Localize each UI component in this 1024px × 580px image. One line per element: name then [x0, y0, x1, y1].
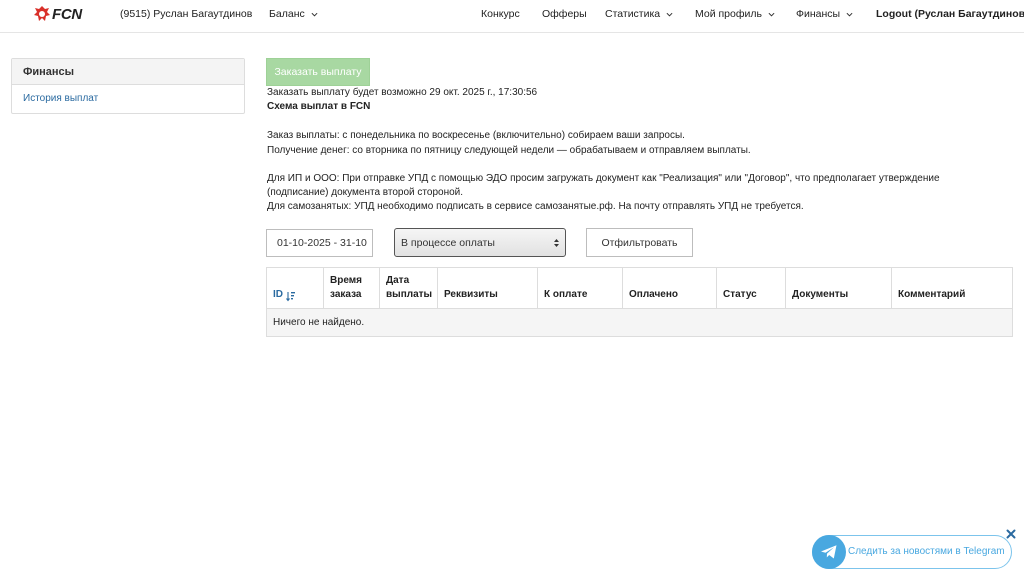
sidebar: Финансы История выплат [11, 58, 245, 114]
telegram-icon [821, 545, 837, 559]
nav-user[interactable]: (9515) Руслан Багаутдинов [120, 8, 252, 20]
nav-statistics-label: Статистика [605, 8, 661, 20]
column-header-to-pay: К оплате [538, 268, 623, 308]
column-header-documents: Документы [786, 268, 892, 308]
empty-row: Ничего не найдено. [267, 309, 1012, 336]
fcn-logo-icon [34, 6, 50, 21]
column-header-payout-date: Дата выплаты [380, 268, 438, 308]
column-header-label: Оплачено [629, 289, 678, 300]
order-payout-button[interactable]: Заказать выплату [266, 58, 370, 86]
nav-balance[interactable]: Баланс [269, 8, 318, 20]
nav-offers-label: Офферы [542, 8, 587, 20]
nav-balance-label: Баланс [269, 8, 305, 20]
telegram-badge [812, 535, 846, 569]
top-navbar: FCN (9515) Руслан Багаутдинов Баланс Кон… [0, 0, 1024, 33]
column-header-label: Комментарий [898, 289, 966, 300]
logo-text: FCN [52, 5, 82, 23]
nav-finance[interactable]: Финансы [796, 8, 853, 20]
order-available-text: Заказать выплату будет возможно 29 окт. … [267, 87, 538, 98]
close-icon[interactable] [1005, 528, 1017, 540]
column-header-paid: Оплачено [623, 268, 717, 308]
nav-contest[interactable]: Конкурс [481, 8, 520, 20]
self-employed-instructions: Для самозанятых: УПД необходимо подписат… [267, 201, 804, 212]
sidebar-item-payout-history[interactable]: История выплат [12, 85, 244, 112]
ip-instructions-line-1: Для ИП и ООО: При отправке УПД с помощью… [267, 173, 940, 184]
logo[interactable]: FCN [33, 5, 82, 23]
telegram-text: Следить за новостями в Telegram [848, 546, 1005, 557]
chevron-down-icon [846, 12, 853, 17]
logout-label: Logout (Руслан Багаутдинов) [876, 8, 1024, 20]
filter-button[interactable]: Отфильтровать [586, 228, 693, 257]
nav-profile-label: Мой профиль [695, 8, 762, 20]
table-header: ID Время заказа Дата выплаты Реквизиты К о… [267, 268, 1012, 309]
nav-finance-label: Финансы [796, 8, 841, 20]
telegram-widget[interactable]: Следить за новостями в Telegram [812, 535, 1012, 569]
column-header-label: Статус [723, 289, 757, 300]
status-select[interactable]: В процессе оплаты [394, 228, 566, 257]
column-header-order-time: Время заказа [324, 268, 380, 308]
chevron-down-icon [768, 12, 775, 17]
payouts-table: ID Время заказа Дата выплаты Реквизиты К о… [266, 267, 1013, 337]
sort-icon [286, 292, 295, 302]
nav-statistics[interactable]: Статистика [605, 8, 673, 20]
column-header-label: Документы [792, 289, 849, 300]
order-schedule-text: Заказ выплаты: с понедельника по воскрес… [267, 130, 685, 141]
status-select-value: В процессе оплаты [401, 236, 495, 249]
nav-contest-label: Конкурс [481, 8, 520, 20]
nav-offers[interactable]: Офферы [542, 8, 587, 20]
date-range-input[interactable]: 01-10-2025 - 31-10 [266, 229, 373, 257]
column-header-label-2: выплаты [386, 289, 433, 300]
logout-link[interactable]: Logout (Руслан Багаутдинов) [876, 8, 1024, 20]
column-header-id[interactable]: ID [267, 268, 324, 308]
column-header-status: Статус [717, 268, 786, 308]
sidebar-title: Финансы [12, 59, 244, 85]
column-header-label: Время [330, 275, 362, 286]
column-header-comment: Комментарий [892, 268, 1012, 308]
chevron-down-icon [311, 12, 318, 17]
column-header-label: ID [273, 289, 283, 300]
column-header-label: Реквизиты [444, 289, 498, 300]
column-header-requisites: Реквизиты [438, 268, 538, 308]
nav-user-label: (9515) Руслан Багаутдинов [120, 8, 253, 20]
nav-profile[interactable]: Мой профиль [695, 8, 775, 20]
select-arrows-icon [554, 239, 559, 247]
column-header-label: Дата [386, 275, 410, 286]
receive-schedule-text: Получение денег: со вторника по пятницу … [267, 145, 751, 156]
column-header-label-2: заказа [330, 289, 362, 300]
ip-instructions-line-2: (подписание) документа второй стороной. [267, 187, 464, 198]
date-range-value: 01-10-2025 - 31-10 [277, 237, 367, 249]
scheme-title: Схема выплат в FCN [267, 101, 371, 112]
column-header-label: К оплате [544, 289, 588, 300]
chevron-down-icon [666, 12, 673, 17]
